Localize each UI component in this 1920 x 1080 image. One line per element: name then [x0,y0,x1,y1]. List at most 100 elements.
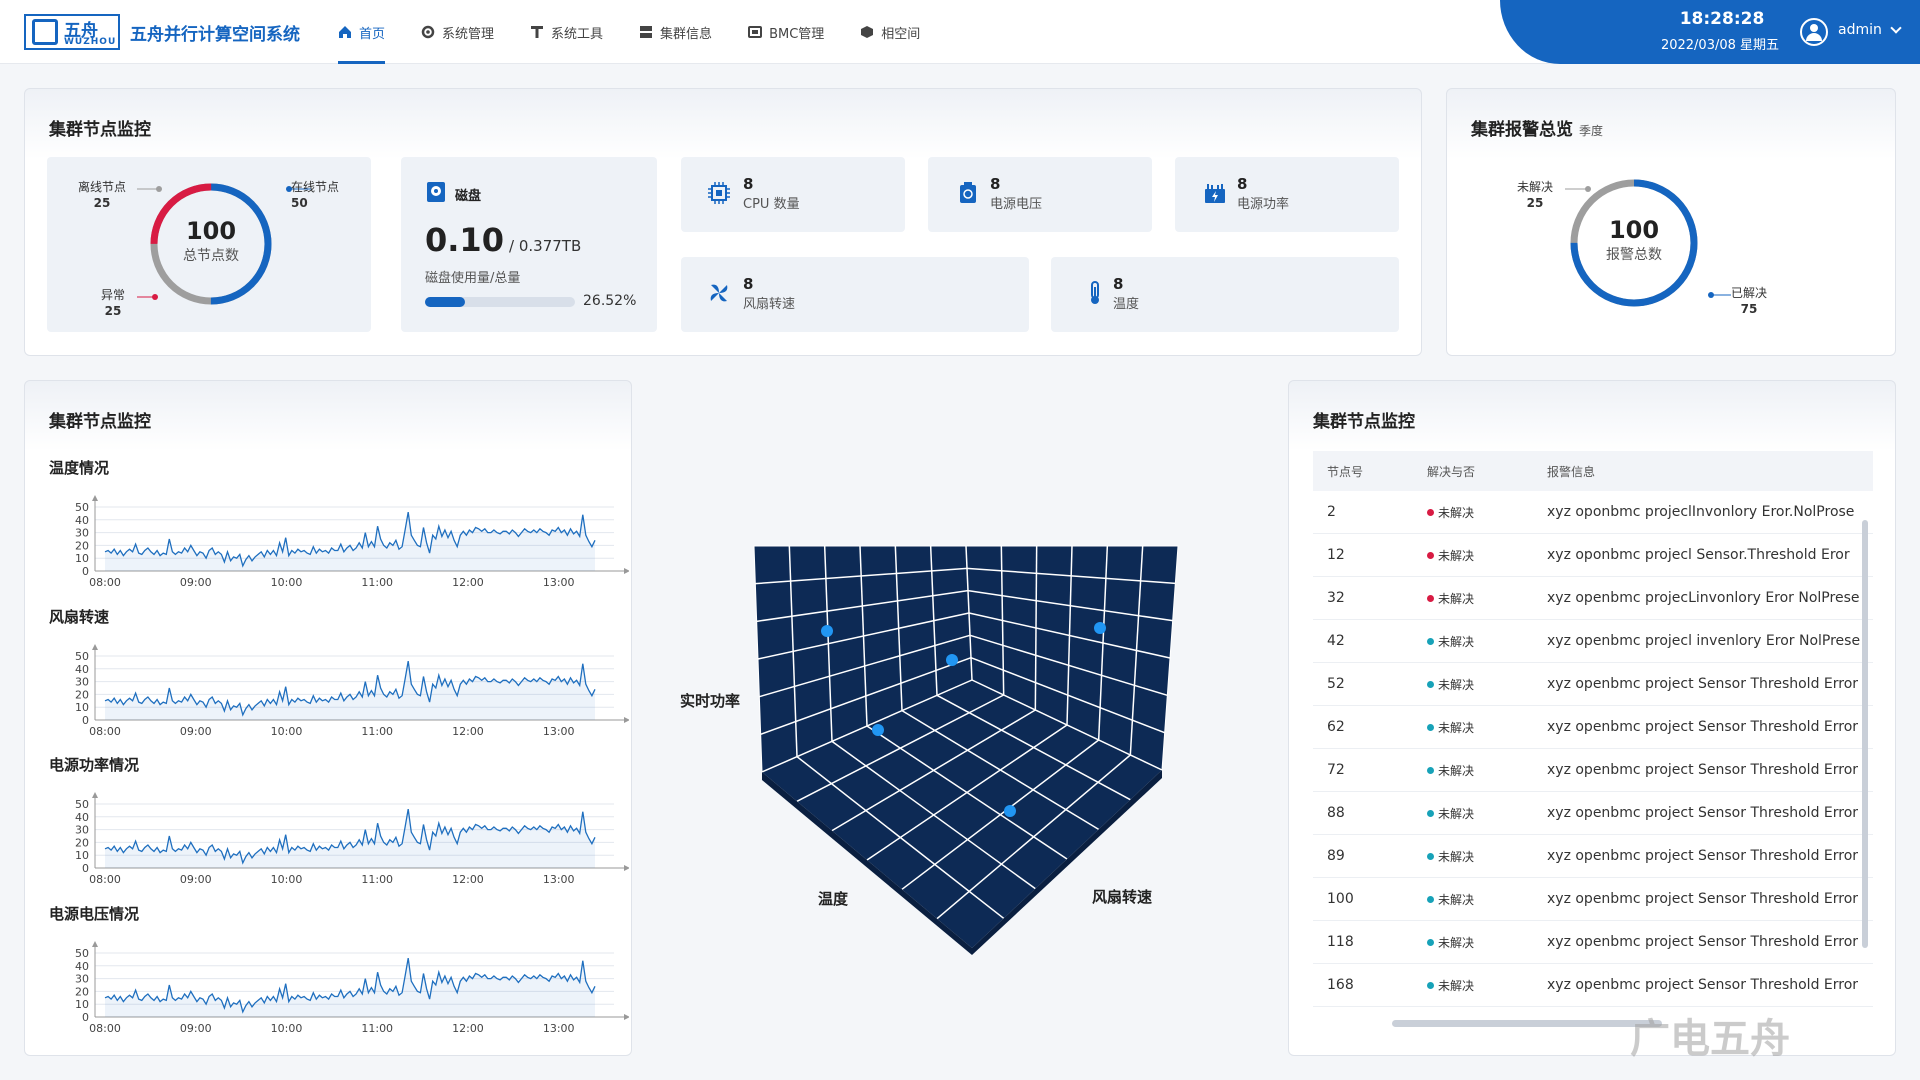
cell-message: xyz openbmc projecLinvonlory Eror NolPre… [1547,590,1860,606]
y-tick-label: 30 [75,676,89,689]
x-tick-label: 13:00 [543,1022,575,1033]
logo: 五舟 WUZHOU [24,14,120,50]
col-node[interactable]: 节点号 [1313,463,1427,480]
cell-status: 未解决 [1427,719,1547,736]
metric-label: 风扇转速 [743,297,796,312]
alarm-table-panel: 集群节点监控 节点号 解决与否 报警信息 2 未解决 xyz oponbmc pro… [1288,380,1896,1056]
cpu-icon [708,182,730,204]
nav-item-2[interactable]: 系统工具 [530,0,603,64]
x-tick-label: 08:00 [89,873,121,884]
3d-scatter-chart[interactable] [700,500,1220,1000]
y-tick-label: 10 [75,849,89,862]
metric-card-temp: 8 温度 [1051,257,1399,332]
cell-node: 72 [1327,762,1345,778]
y-tick-label: 0 [82,714,89,727]
scatter-point[interactable] [1094,622,1106,634]
table-row[interactable]: 88 未解决 xyz openbmc project Sensor Threshol… [1313,792,1873,835]
x-tick-label: 12:00 [452,1022,484,1033]
y-tick-label: 50 [75,947,89,960]
nav-item-1[interactable]: 系统管理 [421,0,494,64]
cell-status: 未解决 [1427,590,1547,607]
cell-message: xyz oponbmc projeclInvonlory Eror.NolPro… [1547,504,1855,520]
user-panel: 18:28:28 2022/03/08 星期五 admin [1500,0,1920,64]
brand[interactable]: 五舟 WUZHOU 五舟并行计算空间系统 [24,14,300,50]
metric-label: 电源功率 [1237,197,1290,212]
x-tick-label: 08:00 [89,576,121,587]
chevron-down-icon[interactable] [1890,22,1902,34]
ring-center: 100 总节点数 [183,217,239,264]
col-message[interactable]: 报警信息 [1547,463,1873,480]
table-row[interactable]: 52 未解决 xyz openbmc project Sensor Threshol… [1313,663,1873,706]
top-bar: 五舟 WUZHOU 五舟并行计算空间系统 首页 系统管理 系统工具 集群信息 BMC管理… [0,0,1920,64]
offline-label: 离线节点 25 [77,180,126,210]
col-status[interactable]: 解决与否 [1427,463,1547,480]
vertical-scrollbar[interactable] [1862,520,1868,948]
table-row[interactable]: 118 未解决 xyz openbmc project Sensor Thresho… [1313,921,1873,964]
status-dot [1427,852,1434,860]
scatter-point[interactable] [821,625,833,637]
alarm-ring-center: 100 报警总数 [1606,216,1662,263]
cell-node: 88 [1327,805,1345,821]
status-dot [1427,981,1434,989]
table-row[interactable]: 72 未解决 xyz openbmc project Sensor Threshol… [1313,749,1873,792]
table-row[interactable]: 62 未解决 xyz openbmc project Sensor Threshol… [1313,706,1873,749]
avatar-icon[interactable] [1800,18,1828,46]
y-tick-label: 40 [75,960,89,973]
metric-card-fan: 8 风扇转速 [681,257,1029,332]
panel-title: 集群节点监控 [49,412,151,432]
table-row[interactable]: 2 未解决 xyz oponbmc projeclInvonlory Eror.No… [1313,491,1873,534]
cell-node: 2 [1327,504,1336,520]
x-tick-label: 13:00 [543,725,575,736]
alarm-overview-panel: 集群报警总览 季度 未解决 25 已解决 75 100 报警总数 [1446,88,1896,356]
y-tick-label: 10 [75,998,89,1011]
username[interactable]: admin [1838,22,1882,38]
cell-message: xyz openbmc project Sensor Threshold Err… [1547,805,1859,821]
cell-status: 未解决 [1427,934,1547,951]
nav-item-5[interactable]: 相空间 [860,0,920,64]
watermark: 广电五舟 [1630,1016,1790,1062]
table-row[interactable]: 42 未解决 xyz openbmc projecl invenlory Eror … [1313,620,1873,663]
scatter-point[interactable] [946,654,958,666]
cell-message: xyz openbmc project Sensor Threshold Err… [1547,891,1859,907]
panel-title: 集群节点监控 [1313,412,1415,432]
line-charts-panel: 集群节点监控 温度情况 0 10 20 30 40 50 08:00 09:00 10:00 11… [24,380,632,1056]
nav-item-0[interactable]: 首页 [338,0,386,64]
node-ring-card: 离线节点 25 在线节点 50 异常 25 100 总节点数 [47,157,371,332]
metric-card-cpu: 8 CPU 数量 [681,157,905,232]
x-axis-label: 温度 [818,890,849,908]
alarm-table: 节点号 解决与否 报警信息 2 未解决 xyz oponbmc projeclInv… [1313,451,1873,1031]
x-tick-label: 11:00 [361,725,393,736]
cell-message: xyz openbmc project Sensor Threshold Err… [1547,977,1859,993]
horizontal-scrollbar[interactable] [1392,1020,1662,1027]
x-tick-label: 10:00 [271,873,303,884]
fan-speed-chart: 01020304050 08:00 09:00 10:00 11:00 12:00 13:0… [75,644,629,736]
cell-status: 未解决 [1427,547,1547,564]
x-tick-label: 11:00 [361,873,393,884]
scatter-point[interactable] [1004,805,1016,817]
metric-value: 8 [990,175,1001,193]
clock-date: 2022/03/08 星期五 [1660,38,1780,53]
metric-label: 温度 [1113,297,1140,312]
tool-icon [531,26,544,38]
x-tick-label: 10:00 [271,1022,303,1033]
table-row[interactable]: 100 未解决 xyz openbmc project Sensor Thresho… [1313,878,1873,921]
metric-card-power: 8 电源功率 [1175,157,1399,232]
cell-status: 未解决 [1427,891,1547,908]
scatter-point[interactable] [872,724,884,736]
y-tick-label: 40 [75,811,89,824]
cell-message: xyz openbmc project Sensor Threshold Err… [1547,676,1859,692]
nav-label: 系统管理 [442,26,495,42]
table-row[interactable]: 32 未解决 xyz openbmc projecLinvonlory Eror N… [1313,577,1873,620]
table-row[interactable]: 89 未解决 xyz openbmc project Sensor Threshol… [1313,835,1873,878]
table-row[interactable]: 12 未解决 xyz oponbmc projecl Sensor.Threshol… [1313,534,1873,577]
nav-item-3[interactable]: 集群信息 [639,0,712,64]
metric-value: 8 [743,275,754,293]
x-tick-label: 12:00 [452,576,484,587]
table-row[interactable]: 168 未解决 xyz openbmc project Sensor Thresho… [1313,964,1873,1007]
x-tick-label: 12:00 [452,873,484,884]
chart-title: 电源功率情况 [49,756,140,774]
nav-label: 集群信息 [660,26,713,42]
metric-label: 电源电压 [990,197,1043,212]
cell-message: xyz openbmc project Sensor Threshold Err… [1547,934,1859,950]
nav-item-4[interactable]: BMC管理 [748,0,824,64]
